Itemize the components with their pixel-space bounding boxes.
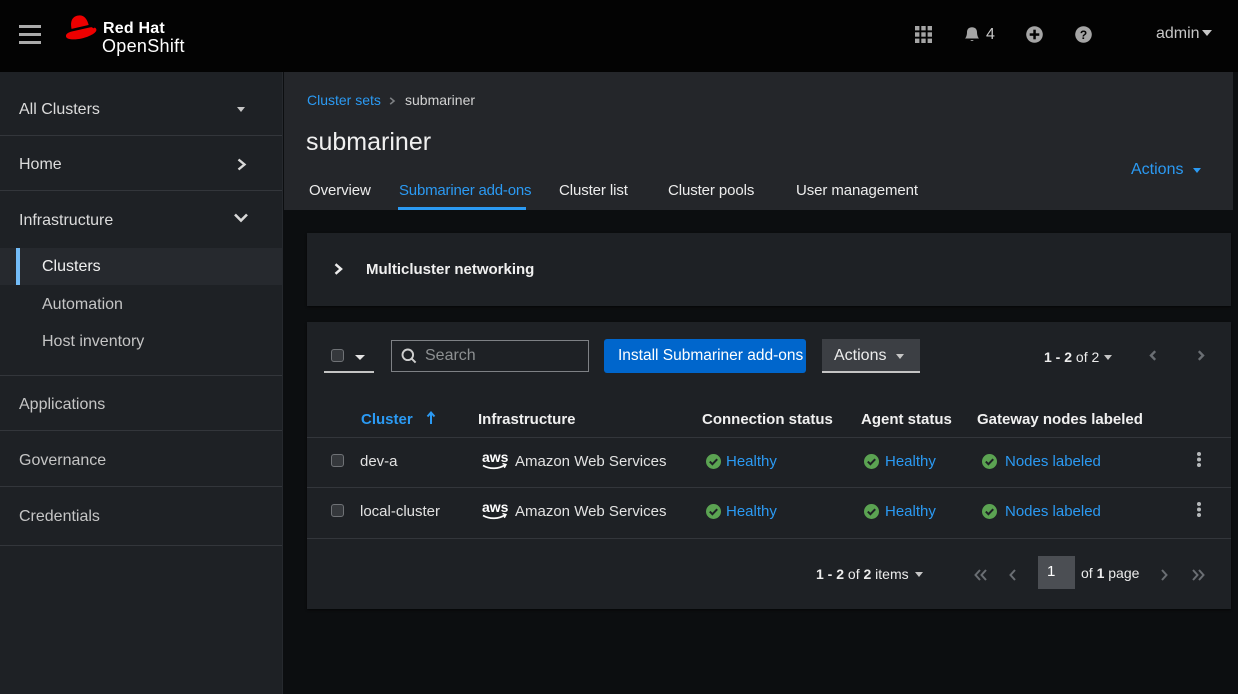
svg-text:?: ? bbox=[1080, 28, 1087, 42]
svg-text:aws: aws bbox=[482, 499, 508, 515]
svg-text:aws: aws bbox=[482, 449, 508, 465]
